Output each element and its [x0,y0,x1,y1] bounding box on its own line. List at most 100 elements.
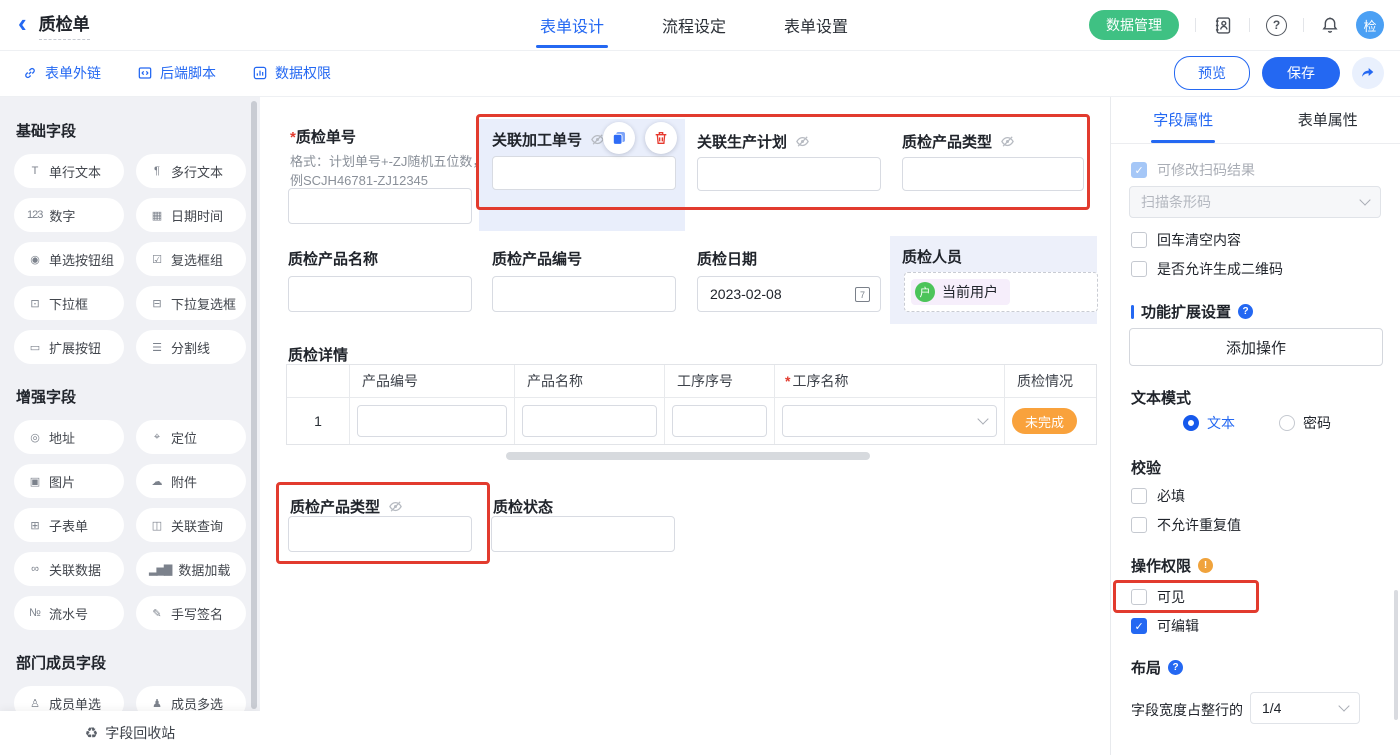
field-type-serial-no[interactable]: №流水号 [14,596,124,630]
tab-field-properties[interactable]: 字段属性 [1111,96,1256,143]
preview-button[interactable]: 预览 [1174,56,1250,90]
tab-form-properties[interactable]: 表单属性 [1256,96,1400,143]
field-type-radio-group[interactable]: ◉单选按钮组 [14,242,124,276]
product-name-input[interactable] [288,276,472,312]
section-validation: 校验 [1131,457,1161,478]
panel-scrollbar[interactable] [1394,590,1398,720]
table-horizontal-scrollbar[interactable] [506,452,870,460]
contacts-book-icon[interactable] [1212,15,1233,36]
radio-text-mode-password[interactable]: 密码 [1279,413,1331,433]
checkbox-unchecked [1131,517,1147,533]
bar-chart-icon: ▂▅▇ [149,563,171,576]
external-link-button[interactable]: 表单外链 [22,63,101,83]
back-icon[interactable]: ‹ [18,10,27,36]
chevron-down-icon [1338,700,1349,711]
qc-detail-table: 产品编号 产品名称 工序序号 *工序名称 质检情况 1 未完成 [286,364,1097,445]
cell-product-name-input[interactable] [522,405,657,437]
product-type-bottom-input[interactable] [288,516,472,552]
scan-mode-select[interactable]: 扫描条形码 [1129,186,1381,218]
qc-date-input[interactable]: 2023-02-08 7 [697,276,881,312]
help-question-icon[interactable]: ? [1238,304,1253,319]
section-operation-permission: 操作权限 ! [1131,555,1213,576]
recycle-icon: ♻ [85,724,98,742]
add-action-button[interactable]: 添加操作 [1129,328,1383,366]
qc-status-input[interactable] [491,516,675,552]
product-type-top-input[interactable] [902,157,1084,191]
copy-field-button[interactable] [603,122,635,154]
user-avatar[interactable]: 检 [1356,11,1384,39]
checkbox-editable[interactable]: 可编辑 [1131,616,1199,636]
field-type-single-text[interactable]: T单行文本 [14,154,124,188]
field-width-select[interactable]: 1/4 [1250,692,1360,724]
warning-icon[interactable]: ! [1198,558,1213,573]
share-arrow-icon [1360,65,1376,81]
field-type-linked-data[interactable]: ∞关联数据 [14,552,124,586]
checkbox-required[interactable]: 必填 [1131,486,1185,506]
sidebar-scrollbar[interactable] [251,101,257,709]
field-type-number[interactable]: 123数字 [14,198,124,232]
radio-text-mode-text[interactable]: 文本 [1183,413,1235,433]
field-type-signature[interactable]: ✎手写签名 [136,596,246,630]
checkbox-checked-disabled [1131,162,1147,178]
radio-icon: ◉ [27,253,42,266]
rel-plan-input[interactable] [697,157,881,191]
notification-bell-icon[interactable] [1320,15,1340,35]
field-type-extend-button[interactable]: ▭扩展按钮 [14,330,124,364]
permission-chart-icon [252,65,268,81]
product-no-input[interactable] [492,276,676,312]
tab-form-setting[interactable]: 表单设置 [784,0,848,50]
tab-flow-setting[interactable]: 流程设定 [662,0,726,50]
qc-no-input[interactable] [288,188,472,224]
cell-step-name-select[interactable] [782,405,997,437]
rel-work-order-input[interactable] [492,156,676,190]
copy-icon [611,130,627,146]
field-type-checkbox-group[interactable]: ☑复选框组 [136,242,246,276]
checkbox-icon: ☑ [149,253,164,266]
cell-product-no-input[interactable] [357,405,507,437]
cell-step-no-input[interactable] [672,405,767,437]
checkbox-unchecked [1131,589,1147,605]
field-type-lookup[interactable]: ◫关联查询 [136,508,246,542]
field-type-multi-text[interactable]: ¶多行文本 [136,154,246,188]
pen-icon: ✎ [149,607,164,620]
button-icon: ▭ [27,341,42,354]
field-type-address[interactable]: ◎地址 [14,420,124,454]
help-question-icon[interactable]: ? [1168,660,1183,675]
field-type-locate[interactable]: ⌖定位 [136,420,246,454]
checkbox-modifiable-scan-result[interactable]: 可修改扫码结果 [1131,160,1255,180]
delete-field-button[interactable] [645,122,677,154]
section-extension-settings: 功能扩展设置 ? [1131,301,1253,322]
checkbox-no-duplicate[interactable]: 不允许重复值 [1131,515,1241,535]
checkbox-visible[interactable]: 可见 [1131,587,1185,607]
field-type-attachment[interactable]: ☁附件 [136,464,246,498]
checkbox-enter-clear[interactable]: 回车清空内容 [1131,230,1241,250]
status-badge[interactable]: 未完成 [1012,408,1077,434]
field-type-multi-select[interactable]: ⊟下拉复选框 [136,286,246,320]
section-text-mode: 文本模式 [1131,387,1191,408]
single-text-icon: T [27,165,42,177]
data-permission-button[interactable]: 数据权限 [252,63,331,83]
field-type-image[interactable]: ▣图片 [14,464,124,498]
tab-form-design[interactable]: 表单设计 [540,0,604,50]
share-button[interactable] [1352,57,1384,89]
save-button[interactable]: 保存 [1262,57,1340,89]
radio-unselected [1279,415,1295,431]
checkbox-allow-qrcode[interactable]: 是否允许生成二维码 [1131,259,1283,279]
user-chip-avatar: 户 [915,282,935,302]
help-icon[interactable]: ? [1266,15,1287,36]
field-type-data-load[interactable]: ▂▅▇数据加载 [136,552,246,586]
form-canvas: *质检单号 格式：计划单号+-ZJ随机五位数， 例SCJH46781-ZJ123… [260,96,1110,755]
chevron-down-icon [1359,194,1370,205]
page-title[interactable]: 质检单 [39,10,90,40]
data-manage-button[interactable]: 数据管理 [1089,10,1179,40]
multi-text-icon: ¶ [149,165,164,177]
qc-person-picker[interactable]: 户 当前用户 [904,272,1098,312]
field-type-select[interactable]: ⊡下拉框 [14,286,124,320]
field-type-datetime[interactable]: ▦日期时间 [136,198,246,232]
field-type-subform[interactable]: ⊞子表单 [14,508,124,542]
current-user-chip[interactable]: 户 当前用户 [911,279,1010,305]
backend-script-button[interactable]: 后端脚本 [137,63,216,83]
radio-selected [1183,415,1199,431]
field-type-divider[interactable]: ☰分割线 [136,330,246,364]
field-recycle-bin[interactable]: ♻ 字段回收站 [0,711,260,755]
